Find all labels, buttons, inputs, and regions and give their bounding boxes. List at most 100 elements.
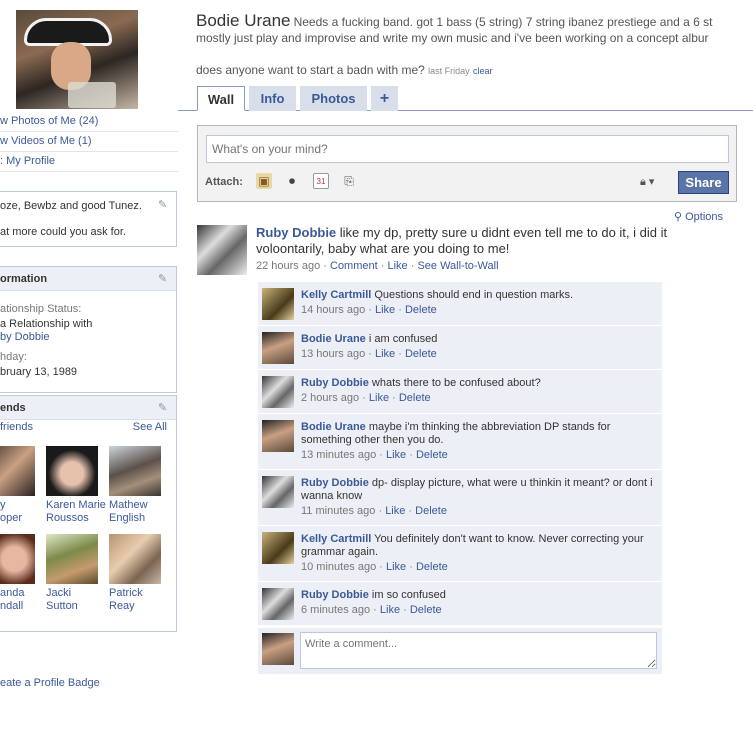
comment-meta: 11 minutes ago · Like · Delete	[301, 505, 447, 517]
post-author-link[interactable]: Ruby Dobbie	[256, 225, 336, 240]
comment-delete-link[interactable]: Delete	[399, 392, 431, 404]
status-input[interactable]	[206, 135, 729, 163]
publisher-box: Attach: ▣ ⏺ 31 ⎘ 🔒︎ ▾ Share	[197, 125, 737, 202]
comment-text: Kelly Cartmill You definitely don't want…	[301, 533, 656, 559]
friend-name[interactable]: y oper	[0, 499, 43, 525]
video-attach-icon[interactable]: ⏺	[284, 173, 300, 189]
comment-author[interactable]: Ruby Dobbie	[301, 477, 369, 489]
comment: Ruby Dobbie dp- display picture, what we…	[258, 470, 662, 526]
comment-like-link[interactable]: Like	[369, 392, 389, 404]
comment-meta: 13 minutes ago · Like · Delete	[301, 449, 448, 461]
friend-photo[interactable]	[109, 534, 161, 584]
comment: Bodie Urane maybe i'm thinking the abbre…	[258, 414, 662, 470]
tab-info[interactable]: Info	[249, 86, 296, 111]
options-link[interactable]: Options	[685, 211, 723, 223]
comment-like-link[interactable]: Like	[380, 604, 400, 616]
comment-text: Ruby Dobbie dp- display picture, what we…	[301, 477, 656, 503]
comment-avatar[interactable]	[262, 532, 294, 564]
friend-tile[interactable]: y oper	[0, 446, 43, 525]
comment-delete-link[interactable]: Delete	[405, 304, 437, 316]
comment-body: Questions should end in question marks.	[371, 289, 574, 301]
comment-time: 2 hours ago	[301, 392, 360, 404]
friend-tile[interactable]: Mathew English	[109, 446, 169, 525]
view-photos-link[interactable]: w Photos of Me (24)	[0, 112, 178, 132]
like-link[interactable]: Like	[387, 260, 407, 272]
comment-avatar[interactable]	[262, 288, 294, 320]
quote-line: oze, Bewbz and good Tunez.	[0, 200, 142, 212]
comment-like-link[interactable]: Like	[375, 304, 395, 316]
comment-time: 6 minutes ago	[301, 604, 371, 616]
edit-pencil-icon[interactable]: ✎	[158, 200, 168, 211]
edit-pencil-icon[interactable]: ✎	[158, 403, 168, 414]
event-attach-icon[interactable]: 31	[313, 173, 329, 189]
friend-photo[interactable]	[46, 534, 98, 584]
friend-photo[interactable]	[46, 446, 98, 496]
friend-photo[interactable]	[0, 534, 35, 584]
friend-name[interactable]: Patrick Reay	[109, 587, 169, 613]
write-comment-row	[258, 628, 662, 674]
write-comment-input[interactable]	[300, 632, 657, 669]
comment-avatar[interactable]	[262, 376, 294, 408]
comment-avatar[interactable]	[262, 588, 294, 620]
comment-like-link[interactable]: Like	[385, 505, 405, 517]
add-tab-button[interactable]: +	[371, 86, 398, 111]
wall-to-wall-link[interactable]: See Wall-to-Wall	[417, 260, 498, 272]
tab-wall[interactable]: Wall	[197, 86, 245, 111]
friend-name[interactable]: Mathew English	[109, 499, 169, 525]
comment-author[interactable]: Bodie Urane	[301, 333, 366, 345]
create-profile-badge-link[interactable]: eate a Profile Badge	[0, 677, 100, 689]
relationship-name-link[interactable]: by Dobbie	[0, 331, 50, 343]
share-button[interactable]: Share	[678, 171, 729, 194]
comment-time: 11 minutes ago	[301, 505, 376, 517]
friend-name[interactable]: Karen Marie Roussos	[46, 499, 106, 525]
comment-like-link[interactable]: Like	[386, 449, 406, 461]
friend-tile[interactable]: Jacki Sutton	[46, 534, 106, 613]
comment-author[interactable]: Kelly Cartmill	[301, 533, 371, 545]
friend-name[interactable]: Jacki Sutton	[46, 587, 106, 613]
comment: Kelly Cartmill Questions should end in q…	[258, 282, 662, 326]
friend-tile[interactable]: Patrick Reay	[109, 534, 169, 613]
attach-label: Attach:	[205, 176, 243, 188]
comment-link[interactable]: Comment	[330, 260, 378, 272]
comment-avatar[interactable]	[262, 476, 294, 508]
friend-photo[interactable]	[0, 446, 35, 496]
comment-author[interactable]: Bodie Urane	[301, 421, 366, 433]
friend-name[interactable]: anda ndall	[0, 587, 43, 613]
comment: Ruby Dobbie im so confused 6 minutes ago…	[258, 582, 662, 626]
link-attach-icon[interactable]: ⎘	[341, 173, 357, 189]
comment-avatar[interactable]	[262, 332, 294, 364]
comment-text: Bodie Urane maybe i'm thinking the abbre…	[301, 421, 656, 447]
comment-time: 14 hours ago	[301, 304, 366, 316]
options-row[interactable]: ⚲ Options	[674, 210, 723, 223]
comment-avatar[interactable]	[262, 420, 294, 452]
photo-attach-icon[interactable]: ▣	[256, 173, 272, 189]
comment-author[interactable]: Kelly Cartmill	[301, 289, 371, 301]
comment-delete-link[interactable]: Delete	[415, 505, 447, 517]
comment: Ruby Dobbie whats there to be confused a…	[258, 370, 662, 414]
comment-delete-link[interactable]: Delete	[410, 604, 442, 616]
comment-text: Bodie Urane i am confused	[301, 333, 656, 346]
comment-delete-link[interactable]: Delete	[416, 449, 448, 461]
friends-box: ends ✎ friends See All y oper Karen Mari…	[0, 395, 177, 632]
friend-photo[interactable]	[109, 446, 161, 496]
see-all-friends-link[interactable]: See All	[133, 421, 167, 433]
edit-profile-link[interactable]: : My Profile	[0, 152, 178, 172]
tab-photos[interactable]: Photos	[300, 86, 367, 111]
view-videos-link[interactable]: w Videos of Me (1)	[0, 132, 178, 152]
clear-status-link[interactable]: clear	[473, 66, 493, 76]
glass-graphic	[68, 82, 116, 108]
comment-author[interactable]: Ruby Dobbie	[301, 377, 369, 389]
privacy-lock-icon[interactable]: 🔒︎ ▾	[640, 175, 654, 189]
friends-count-link[interactable]: friends	[0, 421, 33, 433]
comment-author[interactable]: Ruby Dobbie	[301, 589, 369, 601]
comment-like-link[interactable]: Like	[375, 348, 395, 360]
post-author-avatar[interactable]	[197, 225, 247, 275]
magnifier-icon: ⚲	[674, 211, 683, 223]
comment-like-link[interactable]: Like	[386, 561, 406, 573]
friend-tile[interactable]: Karen Marie Roussos	[46, 446, 106, 525]
edit-pencil-icon[interactable]: ✎	[158, 274, 168, 285]
friend-tile[interactable]: anda ndall	[0, 534, 43, 613]
comment-delete-link[interactable]: Delete	[405, 348, 437, 360]
comment-delete-link[interactable]: Delete	[416, 561, 448, 573]
profile-picture[interactable]	[16, 10, 138, 109]
